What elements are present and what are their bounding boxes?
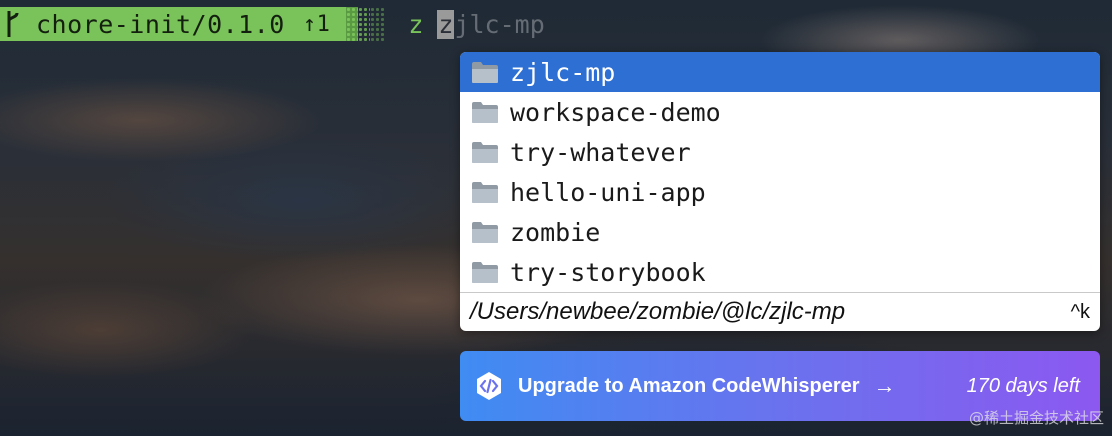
completion-item-label: try-storybook — [510, 257, 706, 287]
completion-footer: /Users/newbee/zombie/@lc/zjlc-mp ^k — [460, 292, 1100, 331]
git-branch-segment: chore-init/0.1.0 ↑1 — [0, 7, 347, 41]
cursor: z — [437, 9, 455, 39]
ahead-count: ↑1 — [302, 11, 331, 37]
command-line[interactable]: z zjlc-mp — [408, 9, 545, 39]
completion-item[interactable]: try-whatever — [460, 132, 1100, 172]
completion-item[interactable]: zombie — [460, 212, 1100, 252]
ghost-suggestion: jlc-mp — [454, 9, 545, 39]
completion-item-label: try-whatever — [510, 137, 691, 167]
selected-path: /Users/newbee/zombie/@lc/zjlc-mp — [470, 298, 846, 325]
completion-item[interactable]: try-storybook — [460, 252, 1100, 292]
completion-item-label: hello-uni-app — [510, 177, 706, 207]
shortcut-hint: ^k — [1070, 300, 1090, 323]
folder-icon — [472, 142, 498, 163]
command-text: z — [408, 9, 424, 39]
watermark: @稀土掘金技术社区 — [968, 409, 1104, 427]
completion-item-label: zombie — [510, 217, 601, 247]
folder-icon — [472, 62, 498, 83]
completion-item-label: workspace-demo — [510, 97, 721, 127]
prompt-fade — [346, 7, 387, 41]
folder-icon — [472, 102, 498, 123]
days-left: 170 days left — [966, 374, 1080, 397]
upgrade-label: Upgrade to Amazon CodeWhisperer — [518, 374, 860, 397]
folder-icon — [472, 262, 498, 283]
git-branch-icon — [7, 11, 19, 37]
completion-item[interactable]: zjlc-mp — [460, 52, 1100, 92]
branch-name: chore-init/0.1.0 — [36, 9, 285, 39]
codewhisperer-icon — [477, 372, 501, 400]
folder-icon — [472, 222, 498, 243]
completion-item[interactable]: hello-uni-app — [460, 172, 1100, 212]
shell-prompt: chore-init/0.1.0 ↑1 z zjlc-mp — [0, 6, 545, 42]
completion-item[interactable]: workspace-demo — [460, 92, 1100, 132]
completion-item-label: zjlc-mp — [510, 57, 616, 87]
arrow-right-icon: → — [873, 373, 896, 398]
completion-popup: zjlc-mp workspace-demo try-whatever hello-u… — [460, 52, 1100, 331]
folder-icon — [472, 182, 498, 203]
